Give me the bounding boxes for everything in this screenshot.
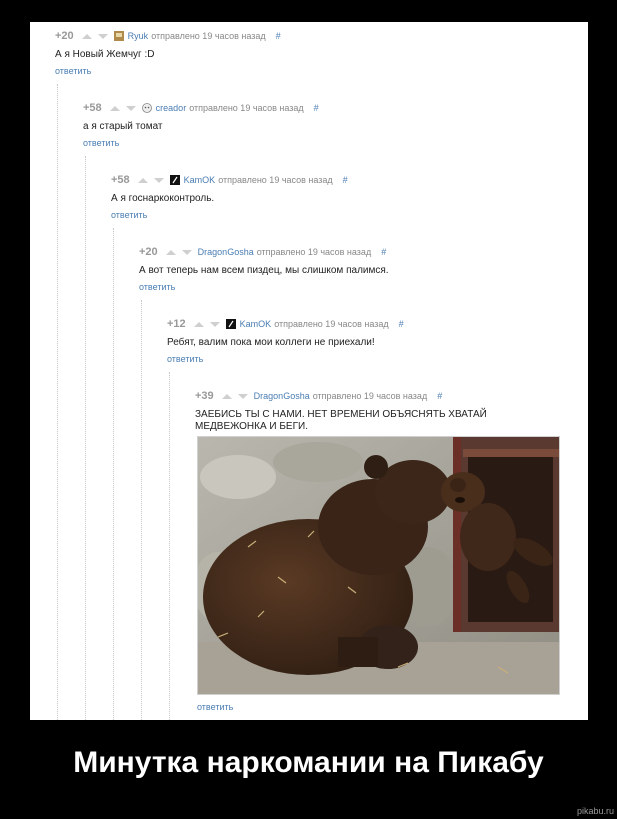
comment: +20 DragonGosha отправлено 19 часов наза… bbox=[139, 246, 559, 293]
avatar[interactable] bbox=[169, 175, 180, 185]
comment-score: +12 bbox=[167, 318, 186, 330]
comment-author[interactable]: Ryuk bbox=[128, 30, 149, 42]
bear-photo bbox=[197, 436, 560, 695]
comment-meta: +12 KamOK отправлено 19 часов назад # bbox=[167, 318, 557, 330]
comment-score: +58 bbox=[83, 102, 102, 114]
upvote-icon[interactable] bbox=[109, 105, 120, 111]
avatar[interactable] bbox=[113, 31, 124, 41]
downvote-icon[interactable] bbox=[237, 393, 248, 399]
upvote-icon[interactable] bbox=[137, 177, 148, 183]
comment-score: +20 bbox=[139, 246, 158, 258]
avatar[interactable] bbox=[141, 103, 152, 113]
permalink-link[interactable]: # bbox=[437, 390, 442, 402]
comment: +20 Ryuk отправлено 19 часов назад # А я… bbox=[55, 30, 555, 77]
comment-time: отправлено 19 часов назад bbox=[218, 175, 333, 185]
comment-score: +58 bbox=[111, 174, 130, 186]
comment-text: ЗАЕБИСЬ ТЫ С НАМИ. НЕТ ВРЕМЕНИ ОБЪЯСНЯТЬ… bbox=[195, 409, 487, 432]
permalink-link[interactable]: # bbox=[276, 30, 281, 42]
reply-link[interactable]: ответить bbox=[83, 138, 553, 149]
comment-time: отправлено 19 часов назад bbox=[151, 31, 266, 41]
downvote-icon[interactable] bbox=[209, 321, 220, 327]
comment-time: отправлено 19 часов назад bbox=[312, 391, 428, 401]
comment-author[interactable]: KamOK bbox=[240, 318, 272, 330]
comment: +12 KamOK отправлено 19 часов назад # Ре… bbox=[167, 318, 557, 365]
comment-score: +20 bbox=[55, 30, 74, 42]
comment-meta: +58 KamOK отправлено 19 часов назад # bbox=[111, 174, 551, 186]
upvote-icon[interactable] bbox=[165, 249, 176, 255]
comment-meta: +20 DragonGosha отправлено 19 часов наза… bbox=[139, 246, 559, 258]
comment-author[interactable]: KamOK bbox=[184, 174, 216, 186]
comment-meta: +58 creador отправлено 19 часов назад # bbox=[83, 102, 553, 114]
reply-link[interactable]: ответить bbox=[111, 210, 551, 221]
thread-line bbox=[113, 228, 114, 720]
comment: +58 KamOK отправлено 19 часов назад # А … bbox=[111, 174, 551, 221]
comment-time: отправлено 19 часов назад bbox=[274, 319, 389, 329]
bear-illustration bbox=[198, 437, 559, 694]
reply-link[interactable]: ответить bbox=[167, 354, 557, 365]
thread-line bbox=[169, 372, 170, 720]
downvote-icon[interactable] bbox=[153, 177, 164, 183]
permalink-link[interactable]: # bbox=[381, 246, 386, 258]
thread-line bbox=[85, 156, 86, 720]
comment-author[interactable]: DragonGosha bbox=[198, 246, 254, 258]
upvote-icon[interactable] bbox=[193, 321, 204, 327]
reply-link[interactable]: ответить bbox=[139, 282, 559, 293]
comment-time: отправлено 19 часов назад bbox=[189, 103, 304, 113]
reply-link[interactable]: ответить bbox=[197, 702, 233, 713]
comment-text: а я старый томат bbox=[83, 121, 163, 132]
thread-line bbox=[141, 300, 142, 720]
comments-panel: +20 Ryuk отправлено 19 часов назад # А я… bbox=[30, 22, 588, 720]
caption: Минутка наркомании на Пикабу bbox=[73, 746, 544, 779]
comment-author[interactable]: creador bbox=[156, 102, 187, 114]
comment: +58 creador отправлено 19 часов назад # … bbox=[83, 102, 553, 149]
permalink-link[interactable]: # bbox=[399, 318, 404, 330]
comment-text: А я Новый Жемчуг :D bbox=[55, 49, 155, 60]
comment: +39 DragonGosha отправлено 19 часов наза… bbox=[195, 390, 545, 433]
permalink-link[interactable]: # bbox=[343, 174, 348, 186]
downvote-icon[interactable] bbox=[97, 33, 108, 39]
comment-text: А вот теперь нам всем пиздец, мы слишком… bbox=[139, 265, 389, 276]
comment-time: отправлено 19 часов назад bbox=[256, 247, 372, 257]
comment-text: А я госнаркоконтроль. bbox=[111, 193, 215, 204]
comment-author[interactable]: DragonGosha bbox=[254, 390, 310, 402]
avatar[interactable] bbox=[225, 319, 236, 329]
upvote-icon[interactable] bbox=[221, 393, 232, 399]
comment-score: +39 bbox=[195, 390, 214, 402]
comment-text: Ребят, валим пока мои коллеги не приехал… bbox=[167, 337, 375, 348]
watermark: pikabu.ru bbox=[576, 806, 614, 816]
reply-link[interactable]: ответить bbox=[55, 66, 555, 77]
comment-meta: +39 DragonGosha отправлено 19 часов наза… bbox=[195, 390, 545, 402]
upvote-icon[interactable] bbox=[81, 33, 92, 39]
downvote-icon[interactable] bbox=[125, 105, 136, 111]
thread-line bbox=[57, 84, 58, 720]
permalink-link[interactable]: # bbox=[314, 102, 319, 114]
comment-meta: +20 Ryuk отправлено 19 часов назад # bbox=[55, 30, 555, 42]
downvote-icon[interactable] bbox=[181, 249, 192, 255]
